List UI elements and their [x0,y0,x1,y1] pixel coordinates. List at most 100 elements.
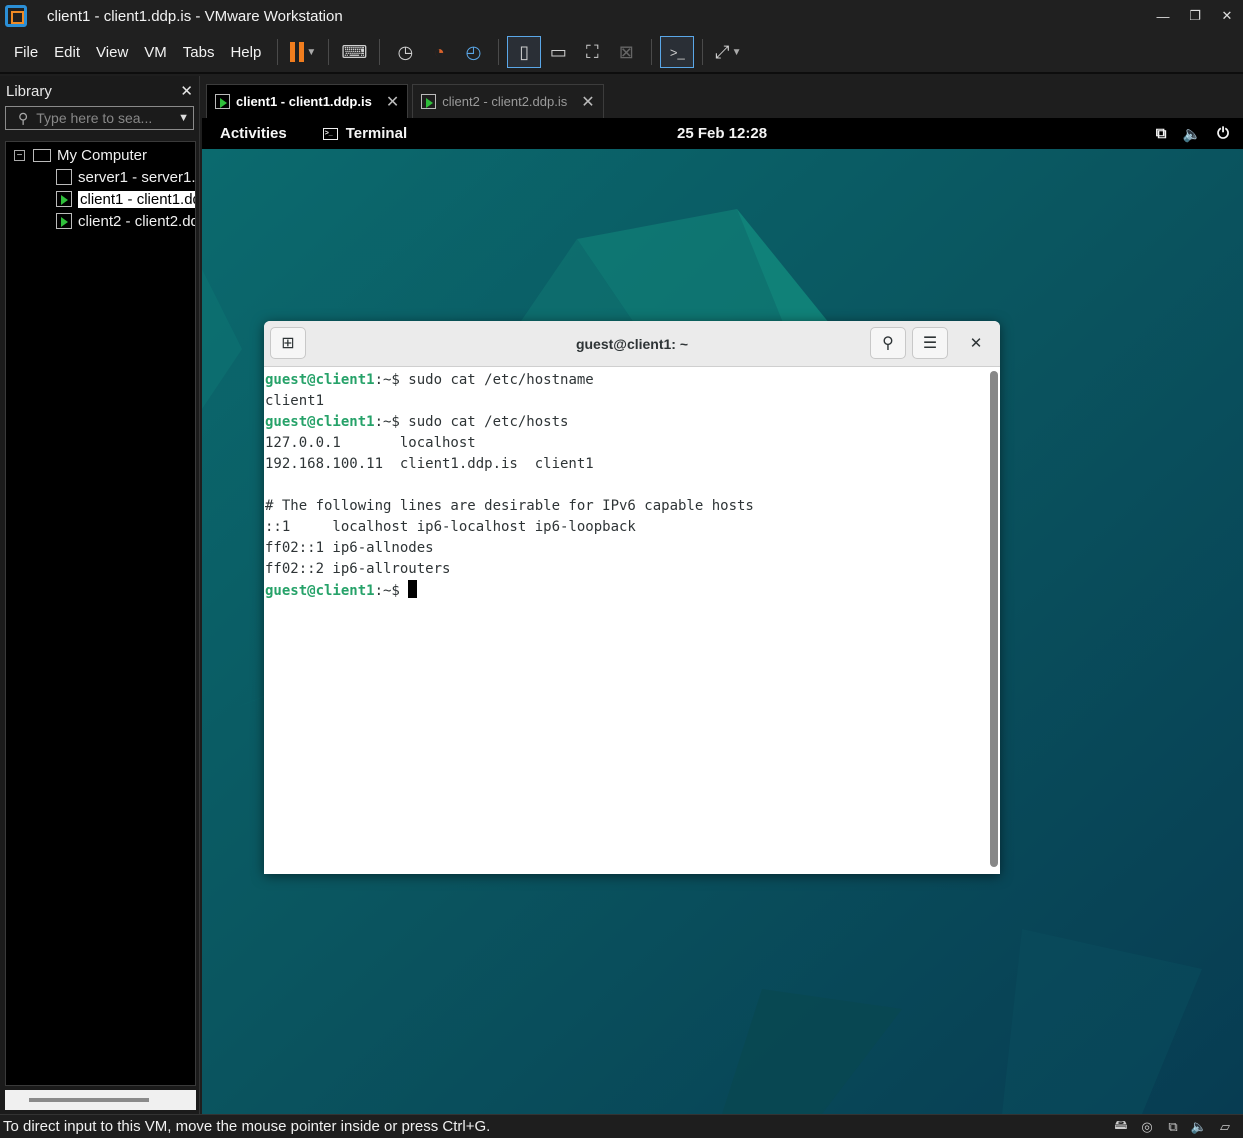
prompt-user: guest@client1 [265,583,375,599]
tree-item-server1[interactable]: server1 - server1.ddp.is [6,166,195,188]
revert-snapshot-button[interactable]: ◔ [422,36,456,68]
library-panel: Library ✕ ⚲ Type here to sea... ▼ − My C… [0,76,200,1114]
search-icon: ⚲ [18,109,29,126]
library-horizontal-scrollbar[interactable] [5,1090,196,1110]
menu-file[interactable]: File [6,44,46,61]
sidebar-layout-icon: ▯ [519,41,530,62]
system-tray[interactable]: ⧉ 🔈 ⏻ [1156,125,1229,143]
tab-label: client2 - client2.ddp.is [442,94,568,109]
thumbnail-bar-button[interactable]: ▭ [541,36,575,68]
prompt-user: guest@client1 [265,414,375,430]
title-bar: client1 - client1.ddp.is - VMware Workst… [0,0,1243,32]
tree-item-my-computer[interactable]: − My Computer [6,144,195,166]
vm-console[interactable]: Activities >_ Terminal 25 Feb 12:28 ⧉ 🔈 … [202,118,1243,1114]
fullscreen-icon: ⛶ [586,41,599,62]
menu-view[interactable]: View [88,44,136,61]
power-icon: ⏻ [1217,124,1229,142]
console-view-button[interactable]: >_ [660,36,695,68]
search-button[interactable]: ⚲ [870,327,906,359]
terminal-output[interactable]: guest@client1:~$ sudo cat /etc/hostname c… [264,367,986,874]
chevron-down-icon[interactable]: ▼ [178,112,189,124]
new-tab-button[interactable]: ⊞ [270,327,306,359]
window-controls: — ❐ ✕ [1147,0,1243,32]
message-log-icon[interactable]: ▱ [1215,1118,1235,1136]
tree-item-client2[interactable]: client2 - client2.ddp.is [6,210,195,232]
line-text: sudo cat /etc/hostname [408,372,594,388]
bottom-bar-layout-icon: ▭ [549,41,567,62]
terminal-title: guest@client1: ~ [575,335,689,352]
window-title: client1 - client1.ddp.is - VMware Workst… [47,7,343,25]
tab-label: client1 - client1.ddp.is [236,94,372,109]
collapse-icon[interactable]: − [14,149,25,161]
device-icons: 🖴 ◎ ⧉ 🔈 ▱ [1111,1117,1235,1136]
volume-icon: 🔈 [1182,125,1202,143]
menu-tabs[interactable]: Tabs [175,44,223,61]
unity-button[interactable]: ⊠ [609,36,643,68]
vm-running-icon [421,94,437,109]
prompt-path: :~$ [374,372,409,388]
line-text: ff02::1 ip6-allnodes [265,540,434,556]
revert-icon: ◔ [433,41,445,62]
terminal-command-line: guest@client1:~$ sudo cat /etc/hosts [265,412,986,433]
toolbar-separator [379,39,381,65]
library-close-button[interactable]: ✕ [180,82,193,100]
app-menu[interactable]: >_ Terminal [322,125,407,142]
tree-item-label: server1 - server1.ddp.is [78,168,196,186]
full-screen-button[interactable]: ⛶ [575,36,609,68]
unity-icon: ⊠ [618,41,634,62]
terminal-close-button[interactable]: ✕ [958,327,994,359]
library-search-input[interactable]: ⚲ Type here to sea... ▼ [5,106,194,130]
prompt-path: :~$ [374,414,409,430]
tree-item-label: My Computer [57,146,148,164]
clock[interactable]: 25 Feb 12:28 [677,125,767,142]
terminal-window[interactable]: ⊞ guest@client1: ~ ⚲ ☰ ✕ guest@client1:~… [264,321,1000,874]
line-text: client1 [265,393,325,409]
vm-running-icon [215,94,230,109]
show-library-button[interactable]: ▯ [507,36,542,68]
cd-dvd-icon[interactable]: ◎ [1137,1118,1157,1136]
network-adapter-icon[interactable]: ⧉ [1163,1118,1183,1136]
terminal-output-line: # The following lines are desirable for … [265,496,986,517]
tree-item-client1[interactable]: client1 - client1.ddp.is [6,188,195,210]
menu-edit[interactable]: Edit [46,44,88,61]
tree-item-label: client1 - client1.ddp.is [78,190,195,208]
prompt-user: guest@client1 [265,372,375,388]
send-ctrl-alt-del-button[interactable]: ⌨ [337,36,371,68]
hamburger-menu-button[interactable]: ☰ [912,327,948,359]
menu-vm[interactable]: VM [136,44,175,61]
toolbar-separator [277,39,279,65]
vm-running-icon [56,191,72,207]
terminal-output-line: ff02::1 ip6-allnodes [265,538,986,559]
line-text: ::1 localhost ip6-localhost ip6-loopback [265,519,636,535]
terminal-scrollbar[interactable] [990,371,998,867]
tab-close-icon[interactable]: ✕ [581,92,594,112]
minimize-button[interactable]: — [1147,0,1179,32]
tab-client1[interactable]: client1 - client1.ddp.is ✕ [206,84,409,118]
terminal-command-line: guest@client1:~$ [265,580,986,602]
toolbar-separator [651,39,653,65]
terminal-output-line: 192.168.100.11 client1.ddp.is client1 [265,454,986,475]
pause-button[interactable]: ▼ [286,36,320,68]
toolbar-separator [328,39,330,65]
menu-help[interactable]: Help [222,44,269,61]
stretch-guest-button[interactable]: ⤢ ▼ [711,36,745,68]
activities-button[interactable]: Activities [220,125,287,142]
tab-client2[interactable]: client2 - client2.ddp.is ✕ [412,84,604,118]
snapshot-button[interactable]: ◷ [388,36,422,68]
plus-box-icon: ⊞ [281,335,295,352]
sound-card-icon[interactable]: 🔈 [1189,1118,1209,1136]
restore-button[interactable]: ❐ [1179,0,1211,32]
library-tree: − My Computer server1 - server1.ddp.is c… [5,141,196,1086]
chevron-down-icon: ▼ [731,46,742,58]
terminal-output-line: client1 [265,391,986,412]
vmware-logo-icon [5,5,27,27]
tab-close-icon[interactable]: ✕ [386,92,399,112]
close-button[interactable]: ✕ [1211,0,1243,32]
scrollbar-thumb[interactable] [29,1098,149,1102]
hard-disk-icon[interactable]: 🖴 [1111,1117,1131,1136]
text-cursor [408,580,418,598]
menu-toolbar: File Edit View VM Tabs Help ▼ ⌨ ◷ ◔ ◴ ▯ … [0,32,1243,74]
snapshot-clock-icon: ◷ [397,41,414,62]
snapshot-manager-button[interactable]: ◴ [456,36,490,68]
